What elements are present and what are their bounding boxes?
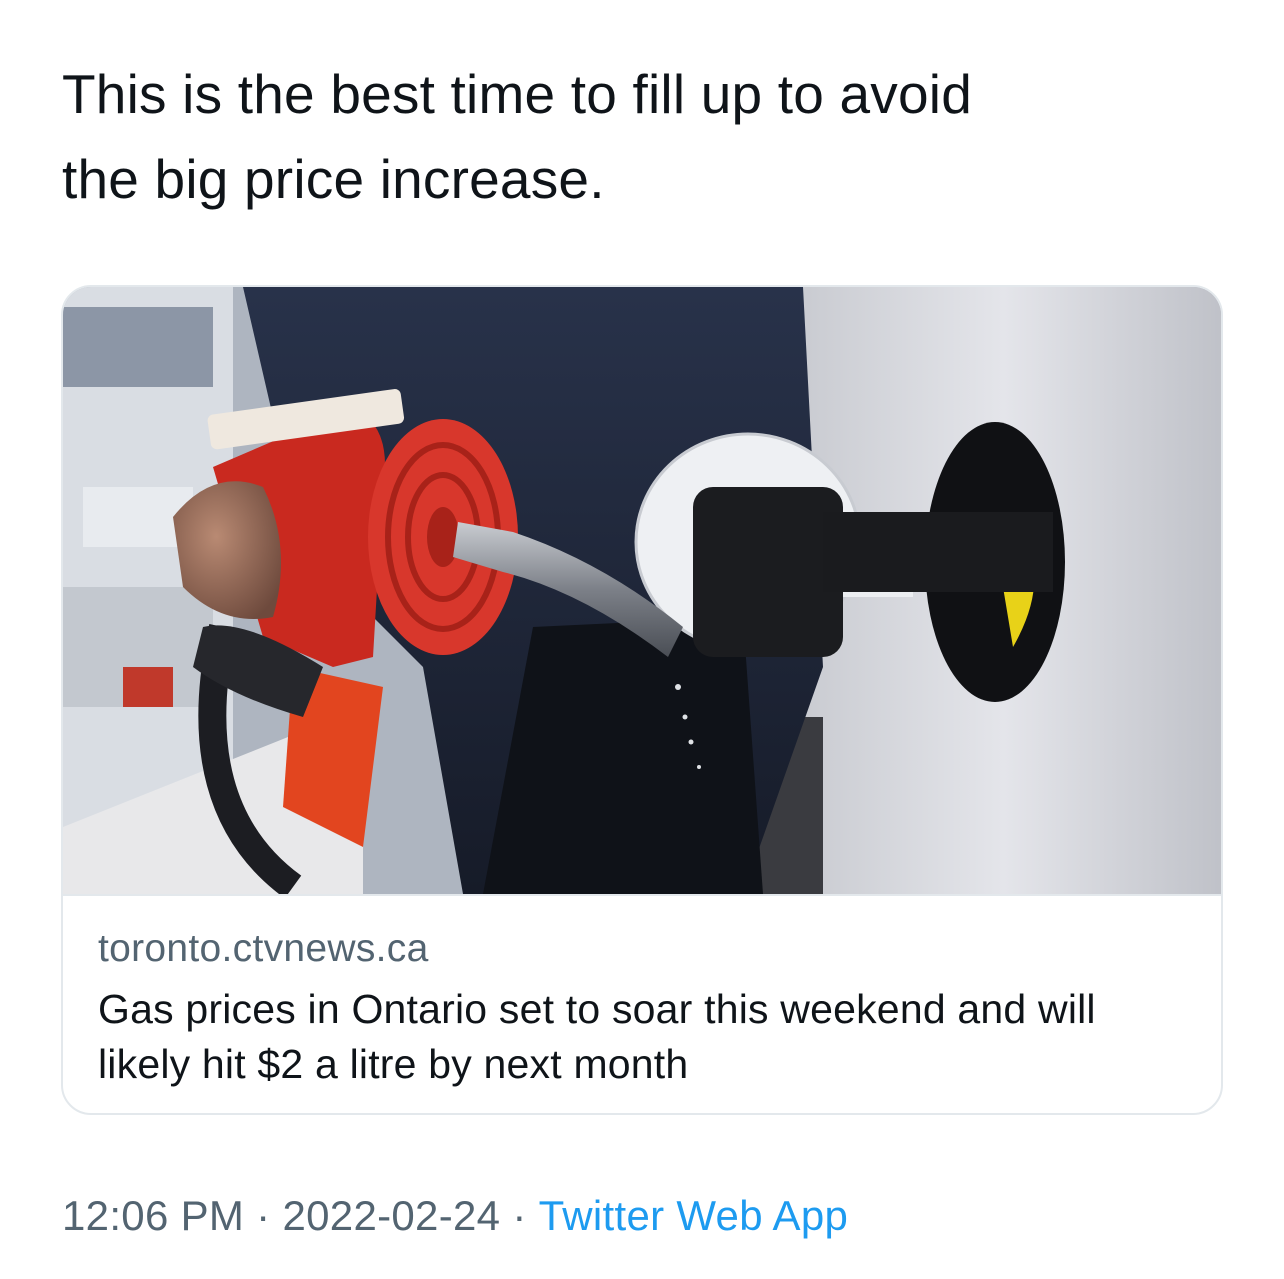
card-divider	[63, 894, 1221, 896]
tweet: This is the best time to fill up to avoi…	[0, 0, 1284, 1279]
tweet-date[interactable]: 2022-02-24	[282, 1192, 500, 1239]
link-card[interactable]: toronto.ctvnews.ca Gas prices in Ontario…	[61, 285, 1223, 1115]
tweet-text: This is the best time to fill up to avoi…	[62, 63, 973, 211]
meta-separator: ·	[256, 1192, 271, 1239]
tweet-time[interactable]: 12:06 PM	[62, 1192, 244, 1239]
tweet-meta: 12:06 PM · 2022-02-24 · Twitter Web App	[62, 1192, 848, 1240]
meta-separator: ·	[512, 1192, 527, 1239]
card-title[interactable]: Gas prices in Ontario set to soar this w…	[98, 982, 1198, 1093]
card-image[interactable]	[63, 287, 1223, 894]
card-domain: toronto.ctvnews.ca	[98, 927, 429, 970]
tweet-source-link[interactable]: Twitter Web App	[539, 1192, 849, 1239]
